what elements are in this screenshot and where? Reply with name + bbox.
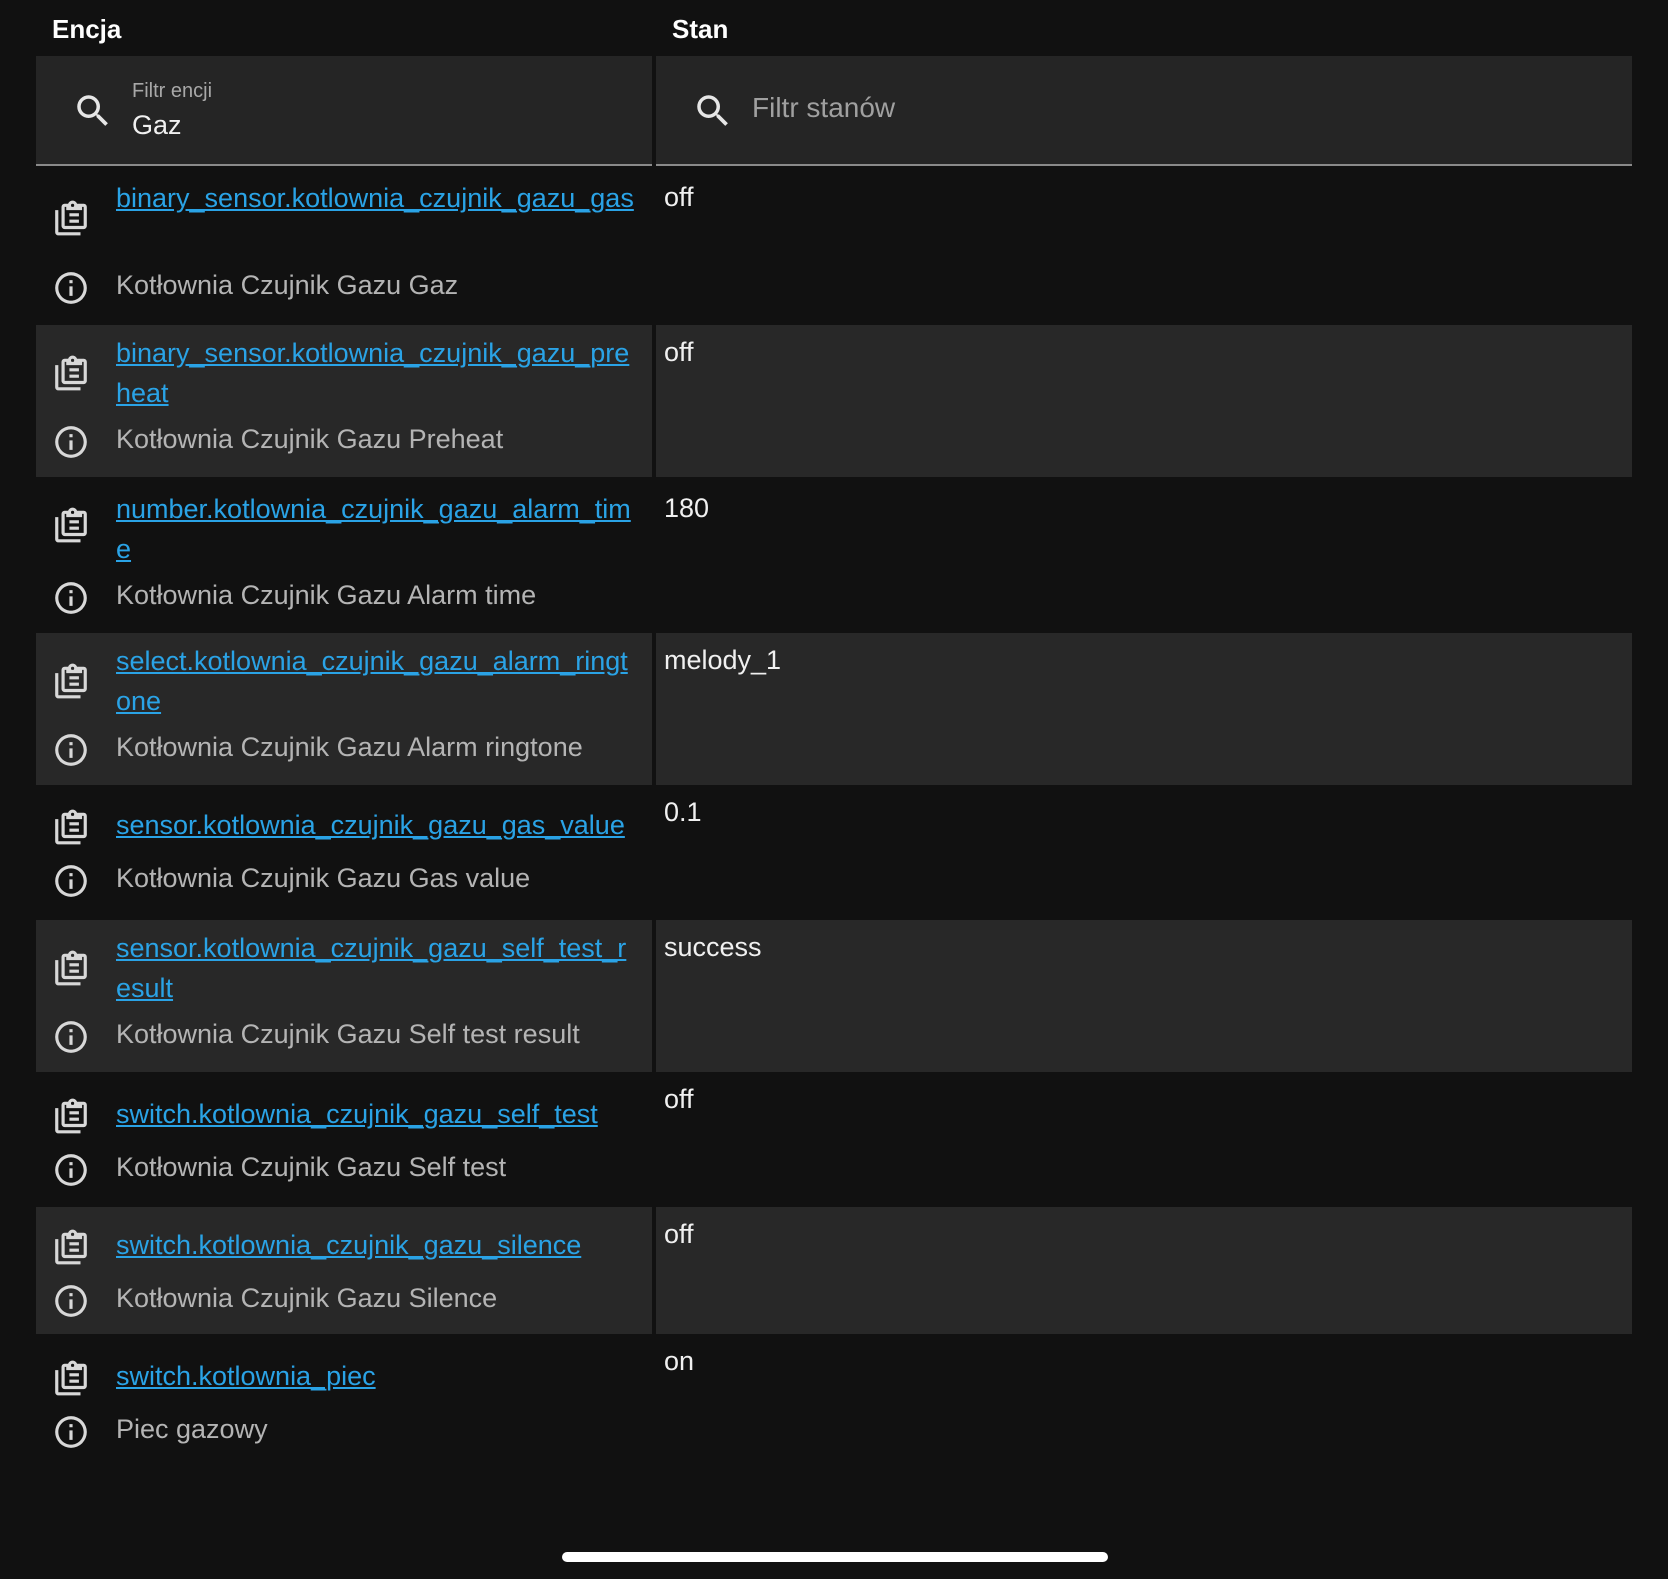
entity-friendly-name: Kotłownia Czujnik Gazu Silence xyxy=(116,1283,498,1313)
entity-friendly-name: Kotłownia Czujnik Gazu Preheat xyxy=(116,424,504,454)
table-row: binary_sensor.kotlownia_czujnik_gazu_pre… xyxy=(36,325,1632,477)
states-page: Encja Stan Filtr encji Gaz Filtr stanów … xyxy=(0,0,1668,1579)
state-value: 0.1 xyxy=(664,797,702,827)
entity-id-link[interactable]: number.kotlownia_czujnik_gazu_alarm_time xyxy=(116,489,636,569)
state-cell xyxy=(656,920,1632,1072)
info-icon[interactable] xyxy=(52,1151,90,1189)
entity-id-link[interactable]: select.kotlownia_czujnik_gazu_alarm_ring… xyxy=(116,641,636,721)
entity-id-link[interactable]: binary_sensor.kotlownia_czujnik_gazu_gas xyxy=(116,178,636,218)
info-icon[interactable] xyxy=(52,862,90,900)
state-value: on xyxy=(664,1346,695,1376)
info-icon[interactable] xyxy=(52,1413,90,1451)
home-indicator[interactable] xyxy=(562,1552,1108,1562)
search-icon xyxy=(697,95,728,126)
state-cell xyxy=(656,1334,1632,1474)
state-cell xyxy=(656,785,1632,920)
entity-friendly-name: Kotłownia Czujnik Gazu Self test xyxy=(116,1152,507,1182)
entity-friendly-name: Kotłownia Czujnik Gazu Gas value xyxy=(116,863,531,893)
entity-table: binary_sensor.kotlownia_czujnik_gazu_gas… xyxy=(36,170,1632,1474)
clipboard-icon[interactable] xyxy=(52,807,90,847)
search-icon xyxy=(77,95,108,126)
table-row: number.kotlownia_czujnik_gazu_alarm_time… xyxy=(36,477,1632,633)
clipboard-icon[interactable] xyxy=(52,1227,90,1267)
info-icon[interactable] xyxy=(52,1018,90,1056)
clipboard-icon[interactable] xyxy=(52,1096,90,1136)
entity-filter-field[interactable]: Filtr encji Gaz xyxy=(36,56,652,166)
info-icon[interactable] xyxy=(52,731,90,769)
column-header-entity[interactable]: Encja xyxy=(52,14,121,45)
entity-id-link[interactable]: switch.kotlownia_czujnik_gazu_silence xyxy=(116,1225,636,1265)
entity-filter-label: Filtr encji xyxy=(132,80,213,102)
state-filter-field[interactable]: Filtr stanów xyxy=(656,56,1632,166)
table-row: switch.kotlownia_czujnik_gazu_self_test … xyxy=(36,1072,1632,1207)
entity-filter-input[interactable]: Gaz xyxy=(132,110,182,141)
entity-cell xyxy=(36,1334,652,1474)
table-row: sensor.kotlownia_czujnik_gazu_self_test_… xyxy=(36,920,1632,1072)
table-row: sensor.kotlownia_czujnik_gazu_gas_value … xyxy=(36,785,1632,920)
entity-id-link[interactable]: sensor.kotlownia_czujnik_gazu_gas_value xyxy=(116,805,636,845)
info-icon[interactable] xyxy=(52,423,90,461)
column-headers: Encja Stan xyxy=(0,0,1668,56)
state-value: success xyxy=(664,932,762,962)
state-filter-input[interactable]: Filtr stanów xyxy=(752,92,895,124)
entity-friendly-name: Kotłownia Czujnik Gazu Alarm time xyxy=(116,580,537,610)
filter-bar: Filtr encji Gaz Filtr stanów xyxy=(36,56,1632,166)
state-cell xyxy=(656,477,1632,633)
clipboard-icon[interactable] xyxy=(52,661,90,701)
state-cell xyxy=(656,1072,1632,1207)
state-cell xyxy=(656,633,1632,785)
state-cell xyxy=(656,170,1632,325)
clipboard-icon[interactable] xyxy=(52,505,90,545)
entity-friendly-name: Piec gazowy xyxy=(116,1414,268,1444)
state-cell xyxy=(656,1207,1632,1334)
table-row: binary_sensor.kotlownia_czujnik_gazu_gas… xyxy=(36,170,1632,325)
entity-id-link[interactable]: switch.kotlownia_czujnik_gazu_self_test xyxy=(116,1094,636,1134)
column-header-state[interactable]: Stan xyxy=(672,14,728,45)
state-value: off xyxy=(664,1219,694,1249)
table-row: switch.kotlownia_czujnik_gazu_silence Ko… xyxy=(36,1207,1632,1334)
entity-id-link[interactable]: switch.kotlownia_piec xyxy=(116,1356,636,1396)
table-row: select.kotlownia_czujnik_gazu_alarm_ring… xyxy=(36,633,1632,785)
entity-id-link[interactable]: sensor.kotlownia_czujnik_gazu_self_test_… xyxy=(116,928,636,1008)
entity-cell xyxy=(36,1072,652,1207)
state-cell xyxy=(656,325,1632,477)
entity-friendly-name: Kotłownia Czujnik Gazu Alarm ringtone xyxy=(116,732,583,762)
state-value: melody_1 xyxy=(664,645,782,675)
clipboard-icon[interactable] xyxy=(52,353,90,393)
info-icon[interactable] xyxy=(52,579,90,617)
state-value: off xyxy=(664,1084,694,1114)
clipboard-icon[interactable] xyxy=(52,198,90,238)
info-icon[interactable] xyxy=(52,269,90,307)
clipboard-icon[interactable] xyxy=(52,1358,90,1398)
state-value: off xyxy=(664,337,694,367)
entity-id-link[interactable]: binary_sensor.kotlownia_czujnik_gazu_pre… xyxy=(116,333,636,413)
table-row: switch.kotlownia_piec Piec gazowy on xyxy=(36,1334,1632,1474)
info-icon[interactable] xyxy=(52,1282,90,1320)
state-value: 180 xyxy=(664,493,710,523)
state-value: off xyxy=(664,182,694,212)
clipboard-icon[interactable] xyxy=(52,948,90,988)
entity-friendly-name: Kotłownia Czujnik Gazu Gaz xyxy=(116,270,459,300)
entity-friendly-name: Kotłownia Czujnik Gazu Self test result xyxy=(116,1019,580,1049)
